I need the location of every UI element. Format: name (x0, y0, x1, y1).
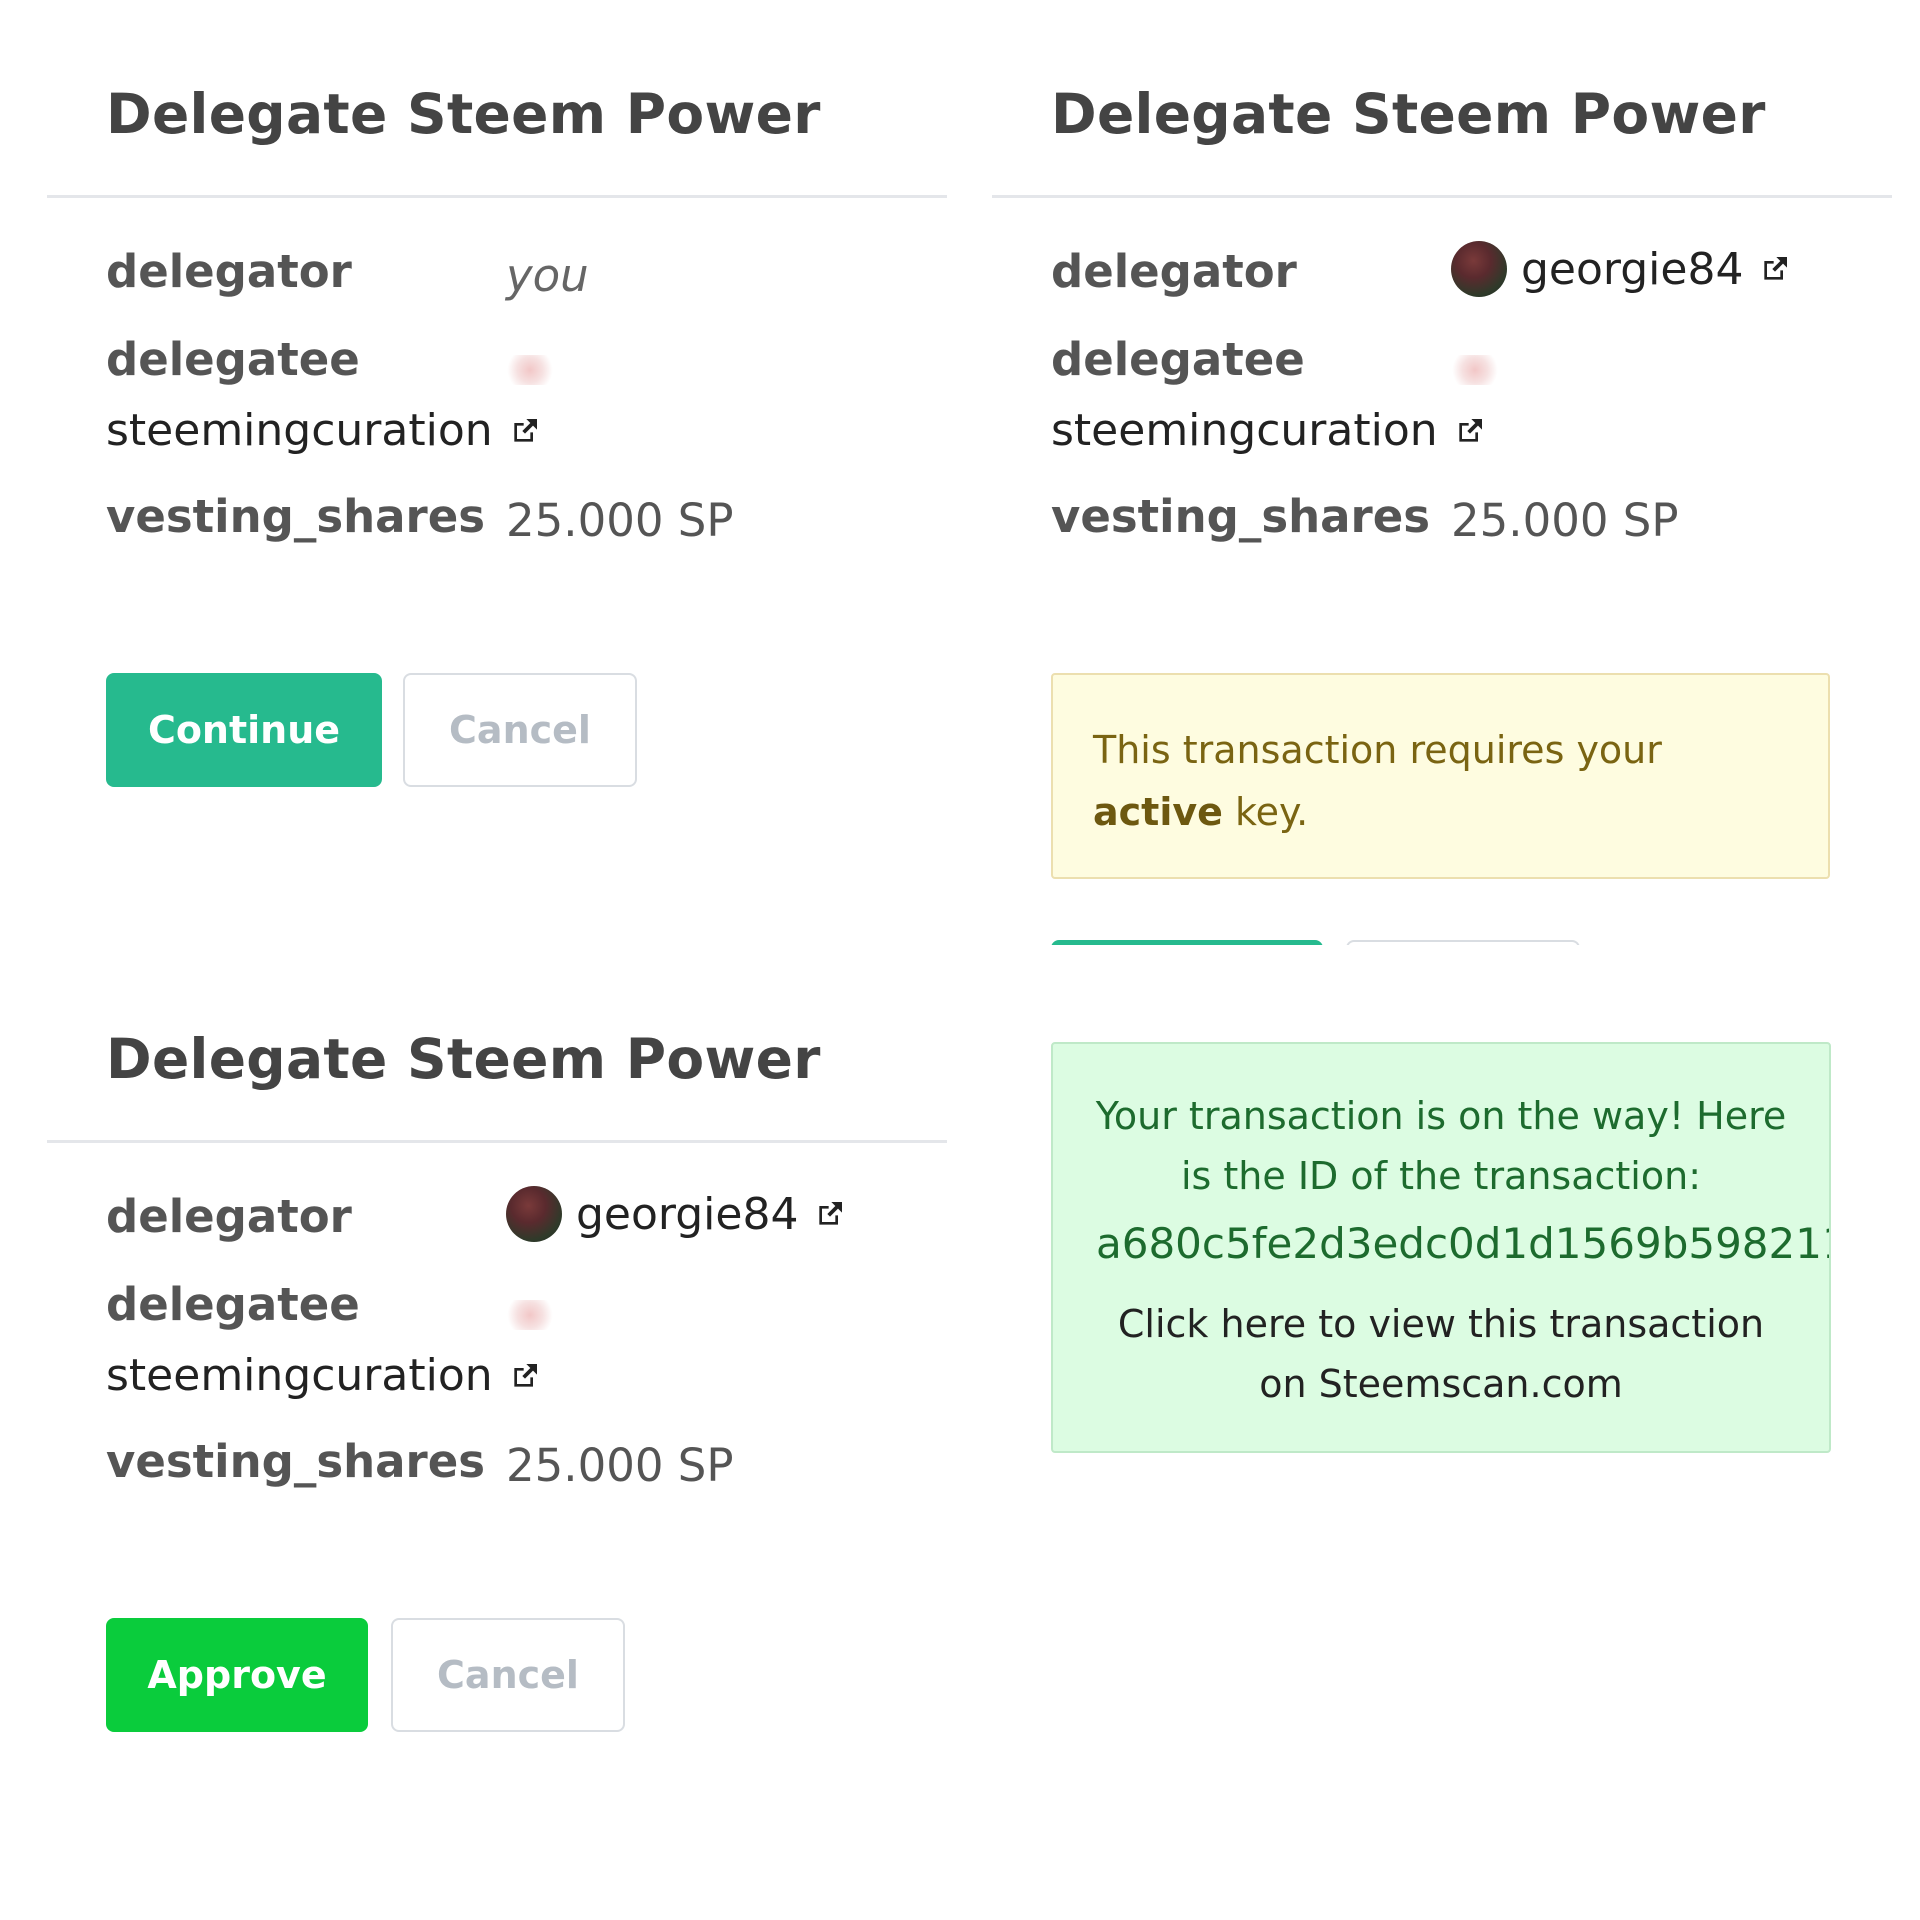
notice-text-suffix: key. (1222, 790, 1309, 834)
vesting-value: 25.000 SP (506, 1439, 734, 1492)
panel-title: Delegate Steem Power (106, 82, 821, 146)
transaction-success-notice: Your transaction is on the way! Here is … (1051, 1042, 1831, 1453)
delegatee-label: delegatee (106, 1278, 360, 1331)
delegator-value: you (506, 249, 589, 302)
delegatee-account-link[interactable]: steemingcuration (106, 405, 886, 456)
delegatee-account-name: steemingcuration (106, 1350, 493, 1401)
cancel-button-partial[interactable] (1346, 940, 1580, 945)
delegatee-account-name: steemingcuration (1051, 405, 1438, 456)
delegator-label: delegator (106, 245, 352, 298)
delegatee-account-name: steemingcuration (106, 405, 493, 456)
delegatee-avatar (1451, 355, 1499, 385)
transaction-id[interactable]: a680c5fe2d3edc0d1d1569b59821192fb6 (1096, 1219, 1829, 1268)
external-link-icon (513, 418, 537, 442)
active-key-notice: This transaction requires your active ke… (1051, 673, 1830, 879)
vesting-label: vesting_shares (1051, 490, 1431, 543)
cancel-button[interactable]: Cancel (403, 673, 637, 787)
delegatee-account-link[interactable]: steemingcuration (106, 1350, 886, 1401)
delegatee-account-link[interactable]: steemingcuration (1051, 405, 1831, 456)
delegatee-avatar (506, 1300, 554, 1330)
delegator-avatar (1451, 241, 1507, 297)
delegator-label: delegator (1051, 245, 1297, 298)
continue-button[interactable]: Continue (106, 673, 382, 787)
vesting-label: vesting_shares (106, 1435, 486, 1488)
delegate-panel-confirm: Delegate Steem Power delegator you deleg… (47, 0, 947, 960)
delegatee-account-row: steemingcuration (1051, 405, 1831, 456)
vesting-label: vesting_shares (106, 490, 486, 543)
delegator-label: delegator (106, 1190, 352, 1243)
approve-button[interactable]: Approve (106, 1618, 368, 1732)
external-link-icon (1764, 257, 1788, 280)
delegatee-avatar-wrap (1451, 355, 1499, 385)
delegatee-label: delegatee (106, 333, 360, 386)
notice-text-prefix: This transaction requires your (1093, 728, 1662, 772)
delegatee-label: delegatee (1051, 333, 1305, 386)
delegate-panel-approve: Delegate Steem Power delegator georgie84… (47, 945, 947, 1845)
delegatee-avatar (506, 355, 554, 385)
delegatee-account-row: steemingcuration (106, 405, 886, 456)
cancel-button[interactable]: Cancel (391, 1618, 625, 1732)
delegatee-avatar-wrap (506, 355, 554, 385)
delegatee-avatar-wrap (506, 1300, 554, 1330)
vesting-value: 25.000 SP (1451, 494, 1679, 547)
divider (47, 1140, 947, 1143)
delegate-panel-active-key: Delegate Steem Power delegator georgie84… (992, 0, 1892, 945)
delegator-account-link[interactable]: georgie84 (506, 1186, 846, 1242)
vesting-value: 25.000 SP (506, 494, 734, 547)
delegator-account-name: georgie84 (576, 1188, 799, 1240)
delegator-account-name: georgie84 (1521, 243, 1744, 295)
delegator-avatar (506, 1186, 562, 1242)
success-message: Your transaction is on the way! Here is … (1095, 1094, 1787, 1198)
external-link-icon (1458, 418, 1482, 442)
divider (992, 195, 1892, 198)
delegator-account-link[interactable]: georgie84 (1451, 241, 1791, 297)
external-link-icon (819, 1202, 843, 1225)
panel-title: Delegate Steem Power (1051, 82, 1766, 146)
divider (47, 195, 947, 198)
delegatee-account-row: steemingcuration (106, 1350, 886, 1401)
external-link-icon (513, 1363, 537, 1387)
notice-key-type: active (1093, 790, 1223, 834)
continue-button-partial[interactable] (1051, 940, 1323, 945)
panel-title: Delegate Steem Power (106, 1027, 821, 1091)
view-on-steemscan-link[interactable]: Click here to view this transaction on S… (1093, 1294, 1789, 1414)
